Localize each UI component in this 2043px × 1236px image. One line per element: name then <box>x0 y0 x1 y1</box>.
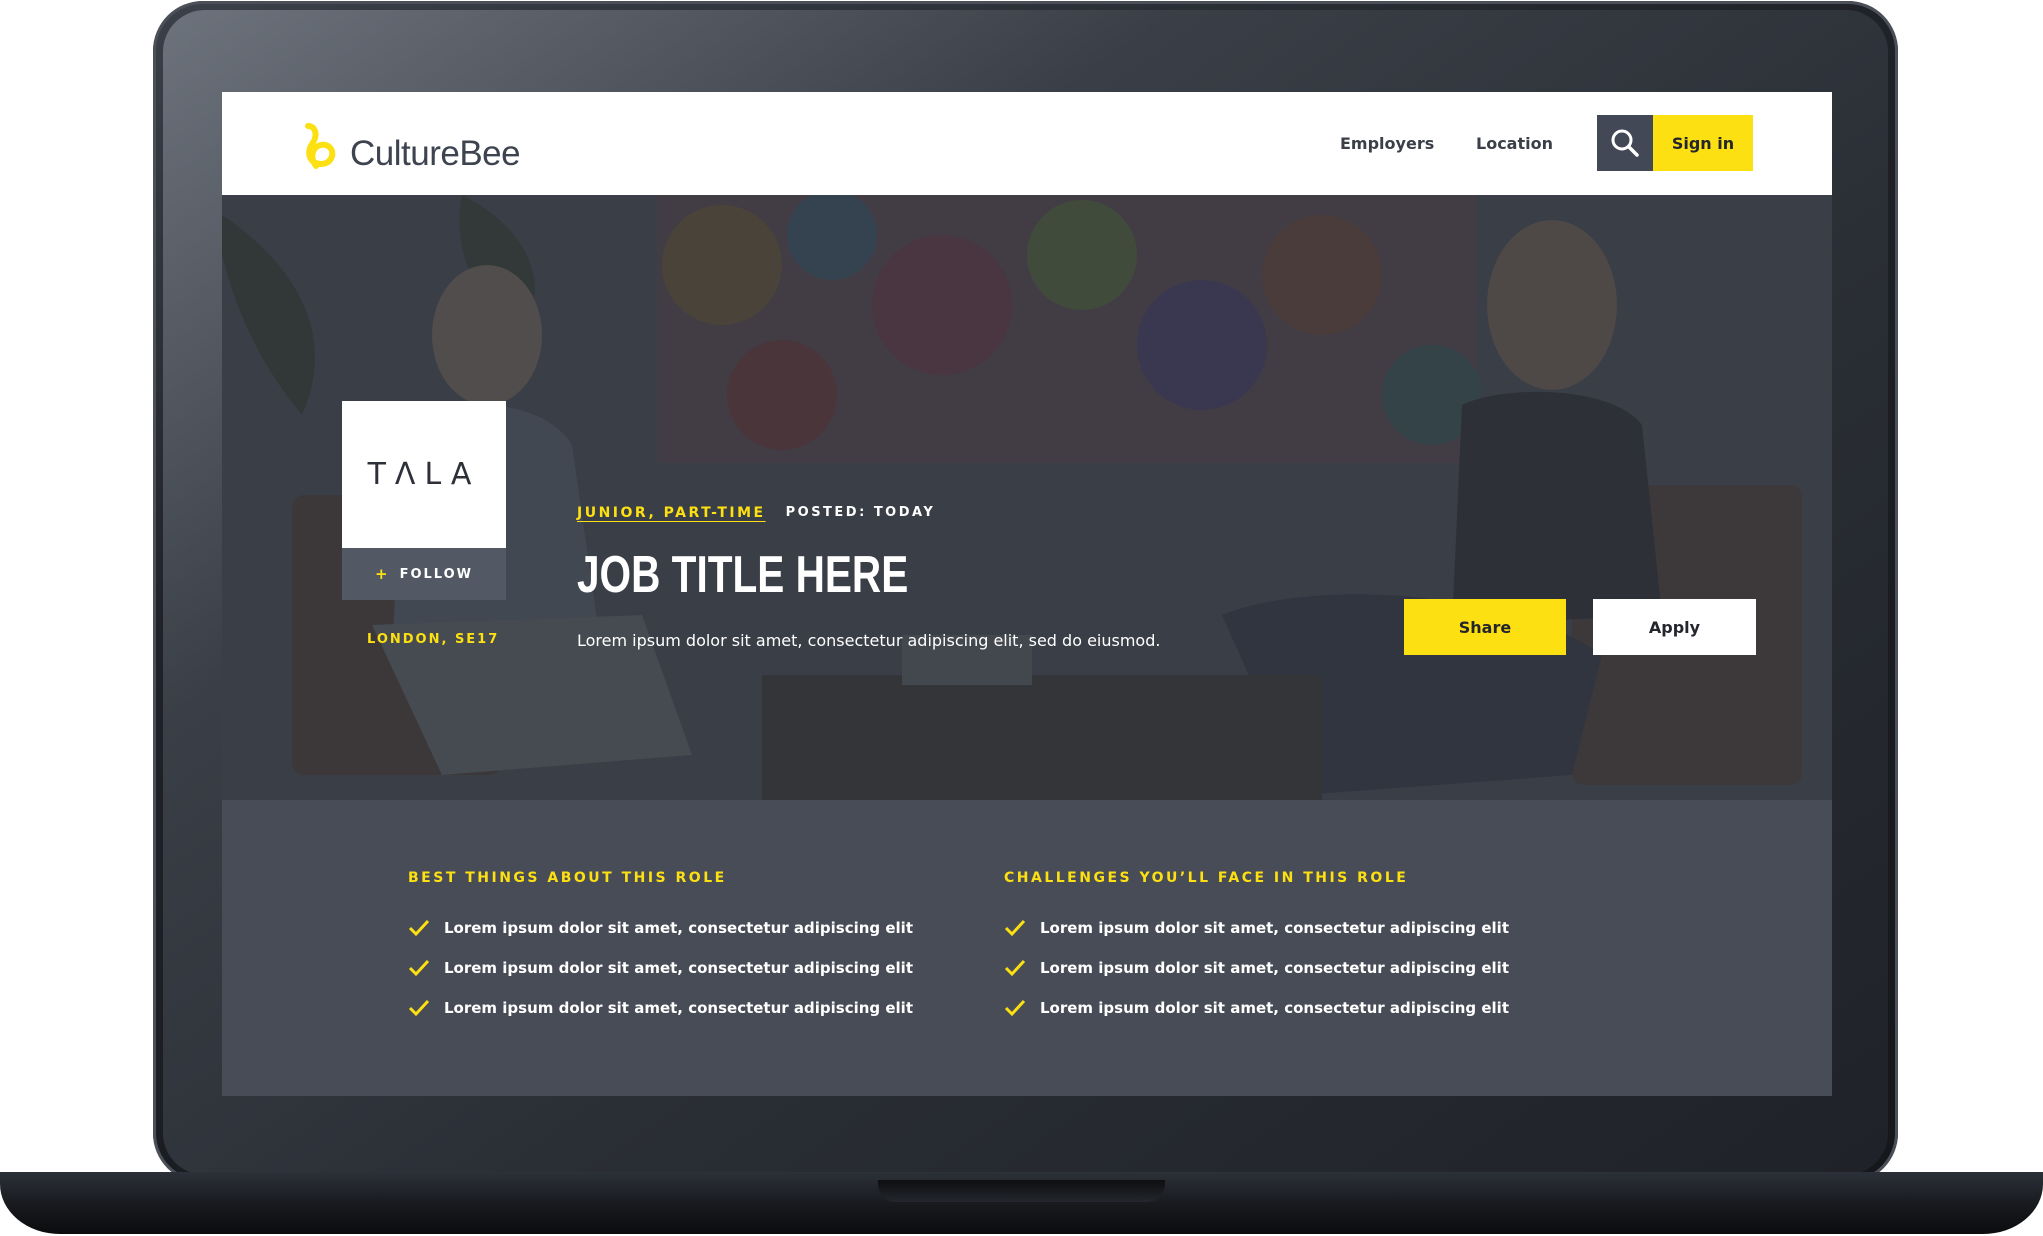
plus-icon: + <box>374 565 390 583</box>
job-title: JOB TITLE HERE <box>577 546 909 604</box>
nav-location[interactable]: Location <box>1476 134 1553 153</box>
list-item: Lorem ipsum dolor sit amet, consectetur … <box>1004 988 1509 1028</box>
job-posted: POSTED: TODAY <box>785 505 936 520</box>
list-item: Lorem ipsum dolor sit amet, consectetur … <box>408 908 913 948</box>
share-button[interactable]: Share <box>1404 599 1566 655</box>
list-item-text: Lorem ipsum dolor sit amet, consectetur … <box>1040 919 1509 937</box>
job-hero: TΛLA + FOLLOW LONDON, SE17 JUNIOR, PART-… <box>222 195 1832 800</box>
list-item-text: Lorem ipsum dolor sit amet, consectetur … <box>1040 999 1509 1017</box>
list-item-text: Lorem ipsum dolor sit amet, consectetur … <box>1040 959 1509 977</box>
screen: CultureBee Employers Location Sign in TΛ… <box>222 92 1832 1096</box>
follow-label: FOLLOW <box>399 566 473 582</box>
laptop-notch <box>878 1180 1165 1202</box>
list-item-text: Lorem ipsum dolor sit amet, consectetur … <box>444 959 913 977</box>
nav-employers[interactable]: Employers <box>1340 134 1434 153</box>
list-item-text: Lorem ipsum dolor sit amet, consectetur … <box>444 999 913 1017</box>
list-item: Lorem ipsum dolor sit amet, consectetur … <box>408 988 913 1028</box>
role-details: BEST THINGS ABOUT THIS ROLE Lorem ipsum … <box>222 800 1832 1096</box>
bee-logo-icon <box>305 123 336 169</box>
check-icon <box>1004 999 1026 1017</box>
check-icon <box>408 919 430 937</box>
check-icon <box>408 999 430 1017</box>
challenges-heading: CHALLENGES YOU’LL FACE IN THIS ROLE <box>1004 870 1409 886</box>
apply-button[interactable]: Apply <box>1593 599 1756 655</box>
follow-button[interactable]: + FOLLOW <box>342 548 506 600</box>
list-item: Lorem ipsum dolor sit amet, consectetur … <box>1004 948 1509 988</box>
search-button[interactable] <box>1597 115 1653 171</box>
site-header: CultureBee Employers Location Sign in <box>222 92 1832 195</box>
signin-button[interactable]: Sign in <box>1653 115 1753 171</box>
search-icon <box>1611 129 1639 157</box>
challenges-column: CHALLENGES YOU’LL FACE IN THIS ROLE Lore… <box>1004 870 1509 1028</box>
list-item: Lorem ipsum dolor sit amet, consectetur … <box>1004 908 1509 948</box>
brand-name[interactable]: CultureBee <box>350 134 521 174</box>
check-icon <box>1004 959 1026 977</box>
best-things-list: Lorem ipsum dolor sit amet, consectetur … <box>408 908 913 1028</box>
job-tags: JUNIOR, PART-TIME POSTED: TODAY <box>577 505 935 521</box>
list-item: Lorem ipsum dolor sit amet, consectetur … <box>408 948 913 988</box>
company-logo[interactable]: TΛLA <box>342 401 506 548</box>
best-things-column: BEST THINGS ABOUT THIS ROLE Lorem ipsum … <box>408 870 913 1028</box>
job-type-link[interactable]: JUNIOR, PART-TIME <box>577 505 766 521</box>
company-logo-text: TΛLA <box>367 457 481 492</box>
best-things-heading: BEST THINGS ABOUT THIS ROLE <box>408 870 727 886</box>
job-location: LONDON, SE17 <box>367 632 500 647</box>
challenges-list: Lorem ipsum dolor sit amet, consectetur … <box>1004 908 1509 1028</box>
list-item-text: Lorem ipsum dolor sit amet, consectetur … <box>444 919 913 937</box>
check-icon <box>408 959 430 977</box>
job-description: Lorem ipsum dolor sit amet, consectetur … <box>577 631 1161 650</box>
check-icon <box>1004 919 1026 937</box>
